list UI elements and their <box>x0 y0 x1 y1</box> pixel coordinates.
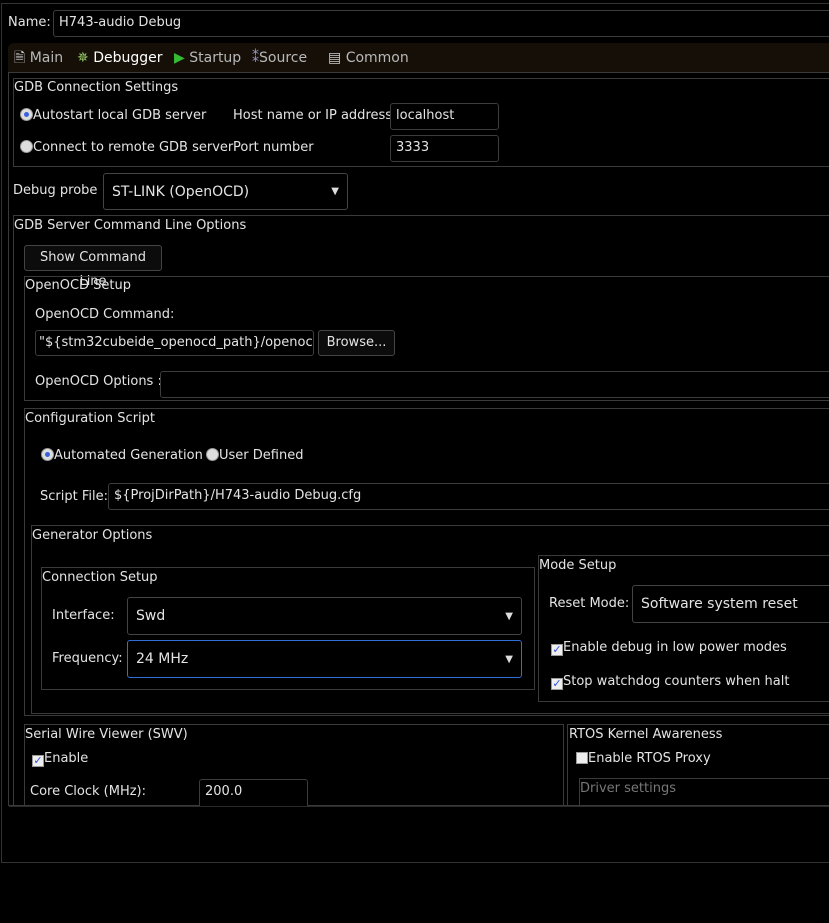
rtos-title: RTOS Kernel Awareness <box>569 727 723 742</box>
host-input[interactable]: localhost <box>390 103 499 130</box>
driver-settings-title: Driver settings <box>580 781 676 796</box>
show-command-line-button[interactable]: Show Command Line <box>24 245 162 289</box>
autostart-radio[interactable]: Autostart local GDB server <box>20 107 206 125</box>
name-label: Name: <box>8 15 51 30</box>
debug-probe-label: Debug probe <box>13 183 98 198</box>
config-script-title: Configuration Script <box>25 411 155 426</box>
name-input[interactable]: H743-audio Debug <box>53 10 829 37</box>
frequency-select[interactable]: 24 MHz ▼ <box>127 640 522 678</box>
tab-main[interactable]: 🗎 Main <box>14 48 63 68</box>
user-defined-radio[interactable]: User Defined <box>206 447 303 465</box>
port-label: Port number <box>233 140 314 155</box>
swv-title: Serial Wire Viewer (SWV) <box>25 727 188 742</box>
play-icon: ▶ <box>174 50 185 66</box>
automated-generation-radio[interactable]: Automated Generation <box>41 447 203 465</box>
watchdog-checkbox[interactable]: ✓Stop watchdog counters when halt <box>551 673 789 691</box>
connection-setup-title: Connection Setup <box>42 570 158 585</box>
interface-select[interactable]: Swd ▼ <box>127 597 522 635</box>
checkmark-icon: ✓ <box>551 677 563 690</box>
script-file-input[interactable]: ${ProjDirPath}/H743-audio Debug.cfg <box>108 483 829 510</box>
remote-radio[interactable]: Connect to remote GDB server <box>20 139 233 157</box>
radio-icon <box>206 448 219 461</box>
low-power-checkbox[interactable]: ✓Enable debug in low power modes <box>551 639 787 657</box>
script-file-label: Script File: <box>40 489 108 504</box>
port-input[interactable]: 3333 <box>390 135 499 162</box>
openocd-setup-title: OpenOCD Setup <box>25 278 132 293</box>
content-clip <box>9 806 829 862</box>
tab-common[interactable]: ▤ Common <box>328 48 409 68</box>
openocd-command-input[interactable]: "${stm32cubeide_openocd_path}/openocd" <box>35 330 314 356</box>
checkbox-icon <box>576 752 588 764</box>
interface-label: Interface: <box>52 608 115 623</box>
openocd-options-label: OpenOCD Options : <box>35 374 162 389</box>
core-clock-input[interactable]: 200.0 <box>199 779 308 809</box>
frequency-label: Frequency: <box>52 651 123 666</box>
host-label: Host name or IP address <box>233 108 393 123</box>
chevron-down-icon: ▼ <box>331 186 339 197</box>
table-icon: ▤ <box>328 50 342 66</box>
debug-probe-select[interactable]: ST-LINK (OpenOCD) ▼ <box>103 173 348 210</box>
browse-button[interactable]: Browse... <box>318 330 395 356</box>
mode-setup-title: Mode Setup <box>539 558 617 573</box>
swv-enable-checkbox[interactable]: ✓Enable <box>32 750 88 768</box>
tab-source[interactable]: ⁑Source <box>252 48 307 68</box>
server-options-title: GDB Server Command Line Options <box>14 218 247 233</box>
tab-debugger[interactable]: ✵ Debugger <box>77 48 162 68</box>
bug-icon: ✵ <box>77 50 89 66</box>
document-icon: 🗎 <box>14 50 26 66</box>
core-clock-label: Core Clock (MHz): <box>30 784 147 799</box>
gdb-connection-title: GDB Connection Settings <box>14 80 179 95</box>
reset-mode-select[interactable]: Software system reset <box>632 585 829 623</box>
checkmark-icon: ✓ <box>551 643 563 656</box>
radio-icon <box>20 140 33 153</box>
source-icon: ⁑ <box>252 50 259 66</box>
openocd-options-input[interactable] <box>160 371 829 398</box>
chevron-down-icon: ▼ <box>505 653 513 665</box>
generator-options-title: Generator Options <box>32 528 153 543</box>
radio-icon <box>41 448 54 461</box>
checkmark-icon: ✓ <box>32 754 44 767</box>
radio-icon <box>20 108 33 121</box>
chevron-down-icon: ▼ <box>505 610 513 622</box>
reset-mode-label: Reset Mode: <box>549 596 630 611</box>
rtos-proxy-checkbox[interactable]: Enable RTOS Proxy <box>576 750 711 768</box>
tab-startup[interactable]: ▶ Startup <box>174 48 241 68</box>
openocd-command-label: OpenOCD Command: <box>35 307 175 322</box>
